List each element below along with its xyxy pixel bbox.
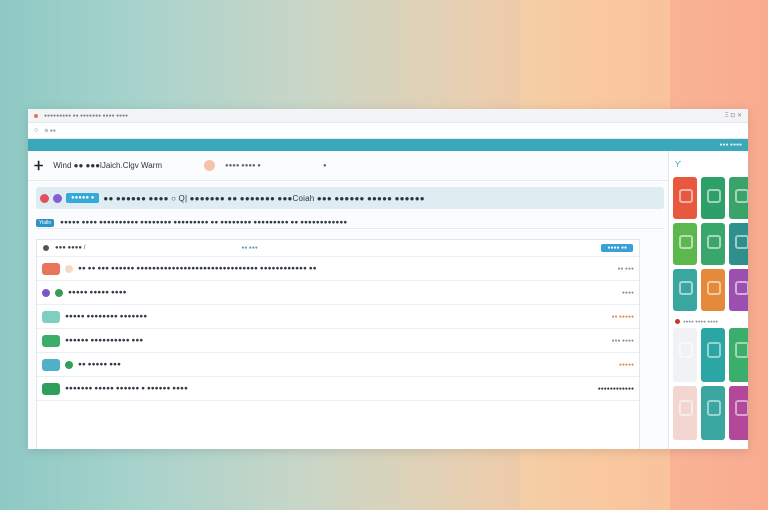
app-tile[interactable]	[729, 386, 748, 440]
sidebar-logo-icon: Ƴ	[675, 159, 682, 169]
app-tile[interactable]	[701, 269, 725, 311]
list-item[interactable]: ●● ●●●●● ●●● ●●●●●	[37, 353, 639, 377]
search-panel[interactable]: ●●●●● ● ●● ●●●●●● ●●●● ○ Q| ●●●●●●● ●● ●…	[36, 187, 664, 209]
thumbnail	[42, 310, 60, 323]
red-circle-icon	[40, 193, 49, 203]
list-item-meta: ●●●●●●●●●●●●	[597, 385, 634, 392]
list-item[interactable]: ●●●●● ●●●●● ●●●● ●●●●	[37, 281, 639, 305]
sidebar-header: Ƴ	[669, 151, 748, 177]
list-item[interactable]: ●● ●● ●●● ●●●●●● ●●●●●●●●●●●●●●●●●●●●●●●…	[37, 257, 639, 281]
sidebar-section-label: ●●●● ●●●● ●●●●	[669, 311, 748, 328]
sub-toolbar: Yiallo ●●●●● ●●●● ●●●●●●●●●● ●●●●●●●● ●●…	[36, 217, 664, 229]
app-tile[interactable]	[729, 177, 748, 219]
list-item-meta: ●● ●●●	[617, 265, 635, 272]
top-bar-label[interactable]: ●●● ●●●●	[719, 142, 742, 148]
purple-circle-icon	[42, 288, 50, 297]
header-link[interactable]: ●●●● ●●●● ●	[225, 163, 261, 169]
list-action-button[interactable]: ●●●● ●●	[601, 244, 633, 252]
list-item[interactable]: ●●●●●●● ●●●●● ●●●●●● ● ●●●●●● ●●●● ●●●●●…	[37, 377, 639, 401]
app-tile[interactable]	[701, 177, 725, 219]
tab-favicon-icon	[34, 113, 38, 118]
app-tile-grid	[669, 177, 748, 311]
thumbnail	[42, 334, 60, 347]
status-dot-icon	[675, 319, 680, 324]
app-header: ⵜ Wind ●● ●●●lJaich.Clgv Warm ●●●● ●●●● …	[28, 151, 668, 181]
avatar	[65, 264, 73, 273]
list-item-text: ●●●●●●● ●●●●● ●●●●●● ● ●●●●●● ●●●●	[65, 385, 188, 392]
list-item-meta: ●●●●	[621, 289, 634, 296]
list-item-text: ●●●●●● ●●●●●●●●●● ●●●	[65, 337, 144, 344]
app-tile[interactable]	[673, 177, 697, 219]
app-tile[interactable]	[673, 269, 697, 311]
list-title: ●●● ●●●● /	[55, 245, 86, 251]
list-item[interactable]: ●●●●●● ●●●●●●●●●● ●●● ●●● ●●●●	[37, 329, 639, 353]
app-tile[interactable]	[673, 223, 697, 265]
list-header: ●●● ●●●● / ●● ●●● ●●●● ●●	[37, 240, 639, 257]
search-button[interactable]: ●●●●● ●	[66, 193, 100, 203]
app-tile[interactable]	[729, 269, 748, 311]
list-item[interactable]: ●●●●● ●●●●●●●● ●●●●●●● ●● ●●●●●	[37, 305, 639, 329]
tab-bar: ●●●●●●●●● ●● ●●●●●●● ●●●● ●●●● Ξ ⊡ ✕	[28, 109, 748, 123]
app-tile[interactable]	[673, 386, 697, 440]
app-tile[interactable]	[673, 328, 697, 382]
purple-circle-icon	[53, 193, 62, 203]
browser-window: ●●●●●●●●● ●● ●●●●●●● ●●●● ●●●● Ξ ⊡ ✕ ○ ⊕…	[28, 109, 748, 449]
app-tile[interactable]	[701, 386, 725, 440]
list-item-text: ●●●●● ●●●●● ●●●●	[68, 289, 127, 296]
filter-tag[interactable]: Yiallo	[36, 218, 55, 227]
list-item-text: ●● ●● ●●● ●●●●●● ●●●●●●●●●●●●●●●●●●●●●●●…	[78, 265, 317, 272]
green-circle-icon	[55, 288, 63, 297]
thumbnail	[42, 358, 60, 371]
avatar[interactable]	[203, 160, 215, 171]
main-content: ⵜ Wind ●● ●●●lJaich.Clgv Warm ●●●● ●●●● …	[28, 151, 668, 449]
tab-title[interactable]: ●●●●●●●●● ●● ●●●●●●● ●●●● ●●●●	[44, 113, 128, 119]
app-tile[interactable]	[729, 328, 748, 382]
thumbnail	[42, 382, 60, 395]
app-tile[interactable]	[701, 328, 725, 382]
window-controls[interactable]: Ξ ⊡ ✕	[725, 112, 742, 119]
list-item-text: ●● ●●●●● ●●●	[78, 361, 121, 368]
right-sidebar: Ƴ ●●●● ●●●● ●●●●	[668, 151, 748, 449]
reload-icon[interactable]: ○	[34, 127, 38, 134]
list-item-text: ●●●●● ●●●●●●●● ●●●●●●●	[65, 313, 148, 320]
list-item-meta: ●● ●●●●●	[611, 313, 634, 320]
thumbnail	[42, 262, 60, 275]
app-top-bar: ●●● ●●●●	[28, 139, 748, 151]
url-text[interactable]: ⊕ ●●	[44, 128, 56, 134]
page-title: Wind ●● ●●●lJaich.Clgv Warm	[53, 161, 162, 170]
search-input[interactable]: ●● ●●●●●● ●●●● ○ Q| ●●●●●●● ●● ●●●●●●● ●…	[103, 194, 424, 203]
app-tile[interactable]	[701, 223, 725, 265]
logo-icon: ⵜ	[34, 158, 44, 173]
header-menu-icon[interactable]: ●	[323, 163, 327, 169]
app-tile-grid	[669, 328, 748, 440]
address-bar[interactable]: ○ ⊕ ●●	[28, 123, 748, 139]
sidebar-section-text: ●●●● ●●●● ●●●●	[683, 319, 719, 324]
list-item-meta: ●●● ●●●●	[611, 337, 634, 344]
green-circle-icon	[65, 360, 73, 369]
avatar	[43, 245, 49, 251]
list-item-meta: ●●●●●	[618, 361, 634, 368]
filter-links[interactable]: ●●●●● ●●●● ●●●●●●●●●● ●●●●●●●● ●●●●●●●●●…	[60, 219, 347, 226]
item-list: ●●● ●●●● / ●● ●●● ●●●● ●● ●● ●● ●●● ●●●●…	[36, 239, 640, 449]
app-tile[interactable]	[729, 223, 748, 265]
list-filter-label[interactable]: ●● ●●●	[241, 245, 258, 251]
